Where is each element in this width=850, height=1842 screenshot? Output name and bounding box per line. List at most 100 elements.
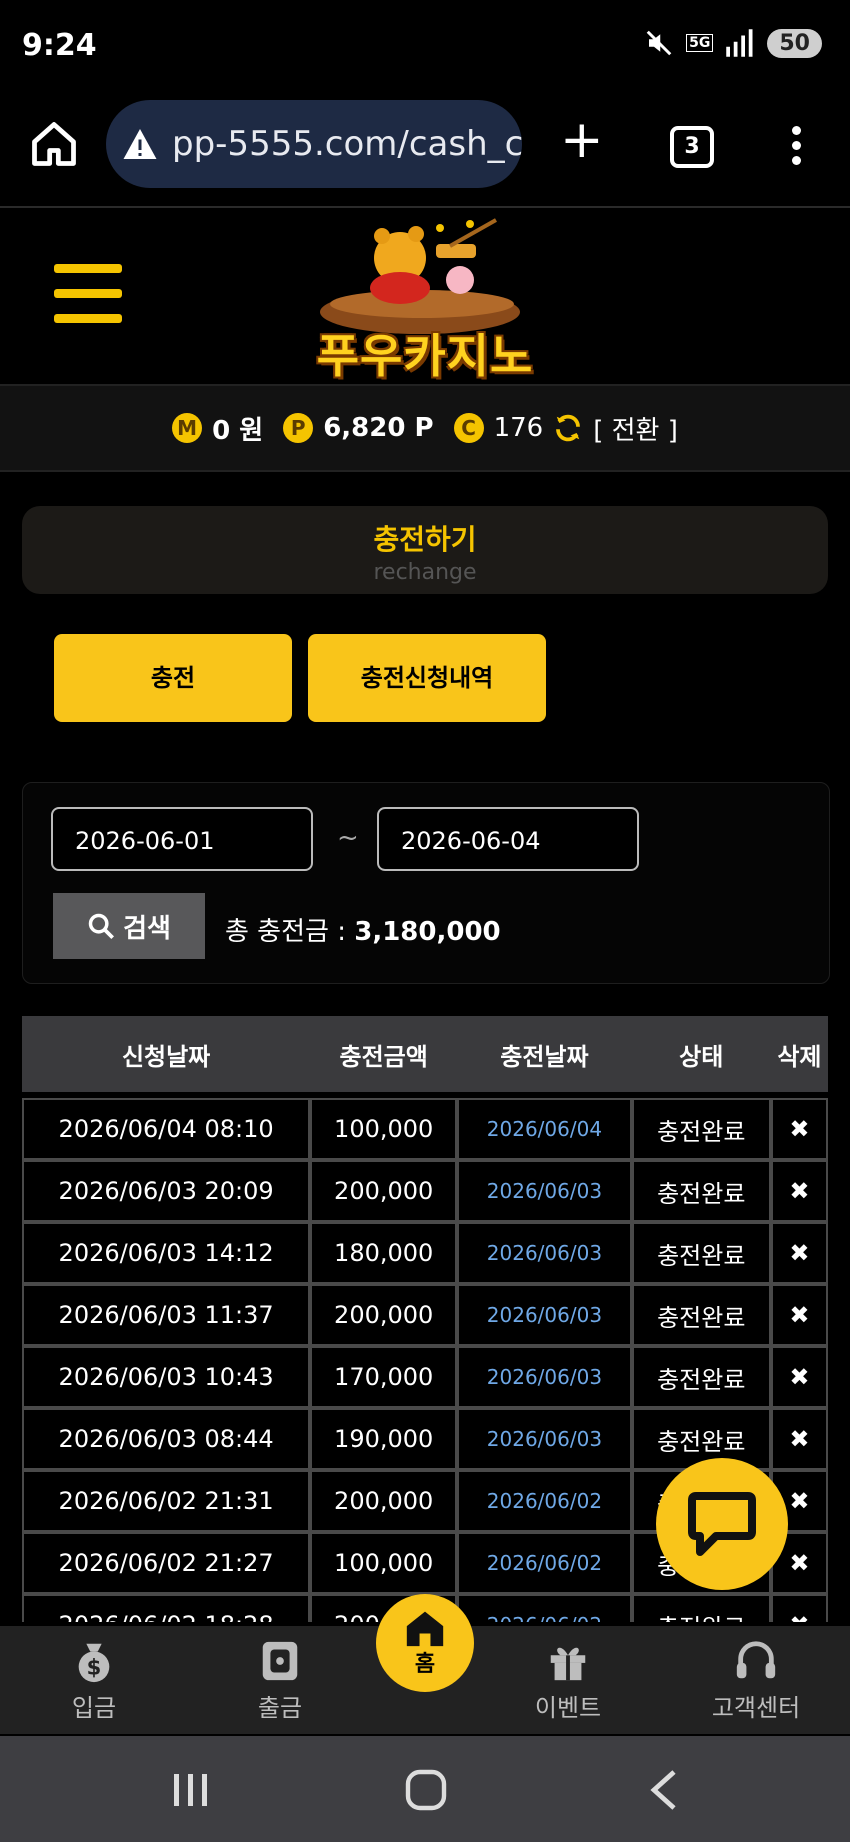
recharge-tab-button[interactable]: 충전 — [54, 634, 292, 722]
back-icon[interactable] — [648, 1768, 678, 1812]
browser-home-button[interactable] — [28, 118, 80, 170]
amount-cell: 100,000 — [310, 1532, 458, 1594]
charged-date-cell: 2026/06/04 — [457, 1098, 632, 1160]
search-button[interactable]: 검색 — [53, 893, 205, 959]
money-balance: 0 원 — [212, 415, 264, 446]
system-home-icon[interactable] — [404, 1768, 448, 1812]
amount-cell: 200,000 — [310, 1284, 458, 1346]
requested-date-cell: 2026/06/04 08:10 — [22, 1098, 311, 1160]
chat-button[interactable] — [656, 1458, 788, 1590]
search-button-label: 검색 — [123, 913, 171, 944]
site-header: 푸우카지노 — [0, 208, 850, 386]
gift-icon — [550, 1647, 586, 1681]
refresh-icon[interactable] — [553, 413, 583, 443]
status-cell: 충전완료 — [631, 1098, 771, 1160]
headset-icon — [736, 1641, 776, 1679]
amount-cell: 170,000 — [310, 1346, 458, 1408]
convert-button[interactable]: [ 전환 ] — [593, 410, 678, 447]
status-icons: 5G 50 — [644, 28, 822, 58]
delete-button[interactable]: ✖ — [770, 1594, 828, 1622]
address-bar[interactable]: pp-5555.com/cash_c — [106, 100, 522, 188]
nav-withdraw-label: 출금 — [257, 1694, 303, 1722]
home-icon — [32, 122, 76, 166]
table-row: 2026/06/03 11:37 200,000 2026/06/03 충전완료 ✖ — [22, 1284, 828, 1346]
browser-toolbar: pp-5555.com/cash_c + 3 — [0, 96, 850, 208]
amount-cell: 100,000 — [310, 1098, 458, 1160]
status-cell: 충전완료 — [631, 1346, 771, 1408]
tab-switcher-button[interactable]: 3 — [670, 126, 714, 168]
date-separator: ~ — [337, 823, 359, 853]
requested-date-cell: 2026/06/02 21:27 — [22, 1532, 311, 1594]
point-coin-icon: P — [283, 413, 314, 443]
amount-cell: 190,000 — [310, 1408, 458, 1470]
nav-home[interactable]: 홈 — [376, 1594, 474, 1692]
search-panel: 2026-06-01 ~ 2026-06-04 검색 총 충전금 : 3,180… — [22, 782, 830, 984]
nav-event[interactable]: 이벤트 — [508, 1634, 628, 1723]
network-badge: 5G — [686, 34, 714, 52]
point-balance: 6,820 P — [323, 413, 434, 443]
logo-text: 푸우카지노 — [316, 329, 534, 383]
requested-date-cell: 2026/06/02 18:28 — [22, 1594, 311, 1622]
delete-button[interactable]: ✖ — [770, 1284, 828, 1346]
nav-support[interactable]: 고객센터 — [696, 1634, 816, 1723]
delete-button[interactable]: ✖ — [770, 1160, 828, 1222]
recent-apps-icon[interactable] — [170, 1770, 210, 1810]
total-recharge: 총 충전금 : 3,180,000 — [225, 911, 501, 948]
requested-date-cell: 2026/06/03 10:43 — [22, 1346, 311, 1408]
delete-button[interactable]: ✖ — [770, 1222, 828, 1284]
charged-date-cell: 2026/06/02 — [457, 1532, 632, 1594]
new-tab-button[interactable]: + — [560, 114, 604, 166]
delete-button[interactable]: ✖ — [770, 1346, 828, 1408]
nav-home-label: 홈 — [414, 1652, 436, 1677]
column-header-charged: 충전날짜 — [457, 1016, 632, 1092]
charged-date-cell: 2026/06/02 — [457, 1594, 632, 1622]
table-row: 2026/06/03 10:43 170,000 2026/06/03 충전완료 ✖ — [22, 1346, 828, 1408]
balance-bar: M 0 원 P 6,820 P C 176 [ 전환 ] — [0, 386, 850, 472]
signal-icon — [726, 29, 753, 57]
nav-withdraw[interactable]: 출금 — [220, 1634, 340, 1723]
column-header-delete: 삭제 — [770, 1016, 828, 1092]
nav-deposit-label: 입금 — [71, 1694, 117, 1722]
browser-menu-button[interactable] — [786, 122, 806, 171]
charged-date-cell: 2026/06/03 — [457, 1346, 632, 1408]
requested-date-cell: 2026/06/03 11:37 — [22, 1284, 311, 1346]
chat-bubble-icon — [688, 1492, 756, 1556]
system-navigation-bar — [0, 1736, 850, 1842]
status-cell: 충전완료 — [631, 1222, 771, 1284]
status-time: 9:24 — [22, 28, 97, 63]
date-from-input[interactable]: 2026-06-01 — [51, 807, 313, 871]
nav-deposit[interactable]: $ 입금 — [34, 1634, 154, 1723]
money-coin-icon: M — [172, 413, 203, 443]
nav-event-label: 이벤트 — [534, 1694, 602, 1722]
date-to-input[interactable]: 2026-06-04 — [377, 807, 639, 871]
delete-button[interactable]: ✖ — [770, 1098, 828, 1160]
column-header-requested: 신청날짜 — [22, 1016, 311, 1092]
search-icon — [88, 913, 115, 939]
delete-button[interactable]: ✖ — [770, 1408, 828, 1470]
recharge-history-tab-button[interactable]: 충전신청내역 — [308, 634, 546, 722]
svg-text:$: $ — [87, 1654, 102, 1679]
table-row: 2026/06/04 08:10 100,000 2026/06/04 충전완료 ✖ — [22, 1098, 828, 1160]
mute-icon — [646, 30, 672, 56]
charged-date-cell: 2026/06/03 — [457, 1284, 632, 1346]
table-header-row: 신청날짜 충전금액 충전날짜 상태 삭제 — [22, 1016, 828, 1092]
requested-date-cell: 2026/06/02 21:31 — [22, 1470, 311, 1532]
column-header-amount: 충전금액 — [310, 1016, 458, 1092]
battery-indicator: 50 — [767, 28, 822, 58]
column-header-status: 상태 — [631, 1016, 771, 1092]
status-cell: 충전완료 — [631, 1160, 771, 1222]
warning-icon — [123, 129, 157, 159]
page-title: 충전하기 — [373, 523, 477, 556]
casino-coin-icon: C — [453, 413, 484, 443]
table-row: 2026/06/03 14:12 180,000 2026/06/03 충전완료 ✖ — [22, 1222, 828, 1284]
charged-date-cell: 2026/06/03 — [457, 1222, 632, 1284]
total-value: 3,180,000 — [354, 917, 501, 947]
coin-balance: 176 — [493, 413, 544, 443]
amount-cell: 200,000 — [310, 1470, 458, 1532]
amount-cell: 180,000 — [310, 1222, 458, 1284]
charged-date-cell: 2026/06/03 — [457, 1408, 632, 1470]
charged-date-cell: 2026/06/03 — [457, 1160, 632, 1222]
hamburger-menu-icon[interactable] — [54, 264, 122, 339]
page-title-card: 충전하기 rechange — [22, 506, 828, 594]
nav-support-label: 고객센터 — [711, 1694, 801, 1722]
